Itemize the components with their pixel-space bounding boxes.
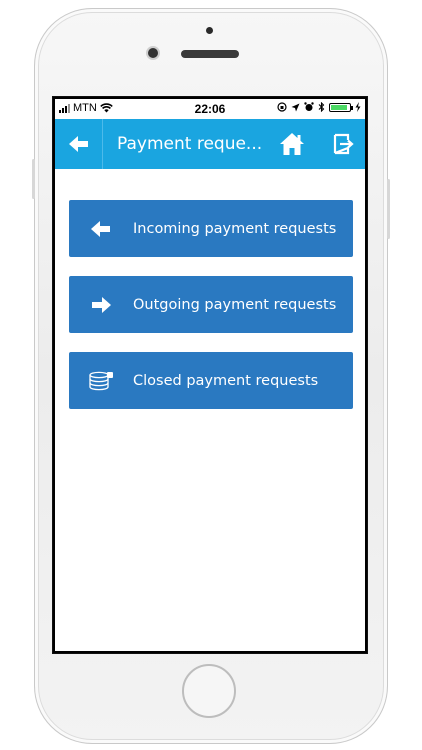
charging-icon xyxy=(355,102,361,112)
exit-icon[interactable] xyxy=(331,132,355,156)
outgoing-requests-label: Outgoing payment requests xyxy=(133,296,337,313)
app-bar: Payment reque... xyxy=(55,119,365,169)
database-icon xyxy=(69,371,133,391)
earpiece-speaker xyxy=(181,50,239,58)
app-screen: MTN 22:06 Payment reque... Incoming paym… xyxy=(55,99,365,651)
volume-button xyxy=(32,159,35,199)
location-icon xyxy=(291,103,300,111)
proximity-sensor xyxy=(206,27,213,34)
incoming-requests-label: Incoming payment requests xyxy=(133,220,337,237)
home-hardware-button[interactable] xyxy=(182,664,236,718)
arrow-left-icon xyxy=(69,220,133,237)
arrow-left-icon xyxy=(68,136,88,152)
front-camera xyxy=(148,48,158,58)
closed-requests-label: Closed payment requests xyxy=(133,372,319,389)
orientation-lock-icon xyxy=(277,102,287,112)
status-right xyxy=(277,102,361,112)
page-title: Payment reque... xyxy=(117,134,263,154)
battery-icon xyxy=(329,102,353,112)
back-button[interactable] xyxy=(55,119,103,169)
power-button xyxy=(387,179,390,239)
phone-screen: MTN 22:06 Payment reque... Incoming paym… xyxy=(52,96,368,654)
home-icon[interactable] xyxy=(279,131,305,157)
arrow-right-icon xyxy=(69,296,133,313)
bluetooth-icon xyxy=(318,102,325,112)
alarm-icon xyxy=(304,102,314,111)
status-bar: MTN 22:06 xyxy=(55,99,365,119)
outgoing-requests-button[interactable]: Outgoing payment requests xyxy=(69,276,353,333)
closed-requests-button[interactable]: Closed payment requests xyxy=(69,352,353,409)
incoming-requests-button[interactable]: Incoming payment requests xyxy=(69,200,353,257)
